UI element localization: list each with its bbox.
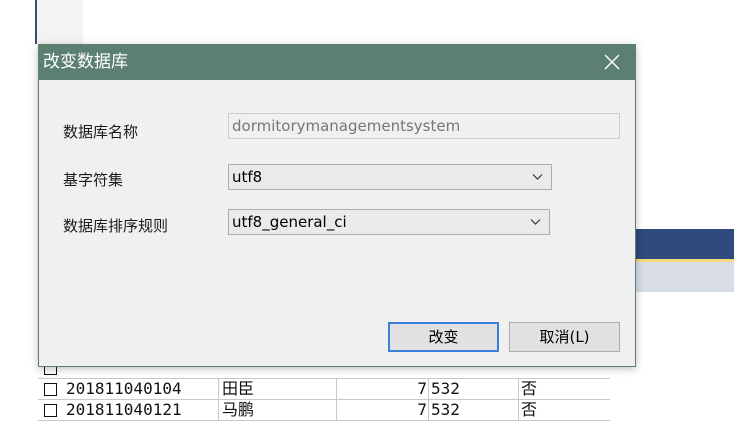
- collation-select[interactable]: utf8_general_ci: [228, 209, 550, 235]
- database-name-field: dormitorymanagementsystem: [228, 113, 620, 139]
- chevron-down-icon: [532, 174, 543, 180]
- row-checkbox[interactable]: [44, 383, 57, 396]
- chevron-down-icon: [530, 219, 541, 225]
- cell-name: 马鹏: [218, 400, 332, 420]
- cell-num: 7: [336, 400, 431, 420]
- collation-label: 数据库排序规则: [63, 217, 169, 235]
- cell-id: 201811040104: [66, 379, 182, 398]
- background-header-bar: [634, 229, 734, 261]
- cancel-button[interactable]: 取消(L): [509, 322, 620, 352]
- collation-selected-value: utf8_general_ci: [232, 213, 347, 231]
- cell-flag: 否: [518, 379, 611, 399]
- close-button[interactable]: [589, 45, 635, 80]
- charset-label: 基字符集: [63, 171, 124, 189]
- dialog-titlebar[interactable]: 改变数据库: [39, 45, 635, 80]
- background-side-panel: [37, 0, 83, 44]
- alter-database-dialog: 改变数据库 数据库名称 dormitorymanagementsystem 基字…: [38, 44, 636, 367]
- cell-num: 7: [336, 379, 431, 399]
- cell-room: 532: [428, 379, 521, 399]
- charset-select[interactable]: utf8: [228, 164, 552, 190]
- close-icon: [604, 54, 620, 70]
- cell-room: 532: [428, 400, 521, 420]
- background-band: [634, 262, 734, 292]
- charset-selected-value: utf8: [232, 168, 263, 186]
- dialog-title: 改变数据库: [43, 52, 128, 72]
- database-name-label: 数据库名称: [63, 123, 139, 141]
- table-row[interactable]: 201811040104 田臣 7 532 否: [38, 379, 610, 400]
- cell-flag: 否: [518, 400, 611, 420]
- cell-id: 201811040121: [66, 400, 182, 419]
- cell-name: 田臣: [218, 379, 332, 399]
- background-data-table: 201811040104 田臣 7 532 否 201811040121 马鹏 …: [38, 358, 610, 421]
- change-button[interactable]: 改变: [388, 322, 499, 352]
- row-checkbox[interactable]: [44, 404, 57, 417]
- table-row[interactable]: 201811040121 马鹏 7 532 否: [38, 400, 610, 421]
- background-left-area: [0, 0, 36, 401]
